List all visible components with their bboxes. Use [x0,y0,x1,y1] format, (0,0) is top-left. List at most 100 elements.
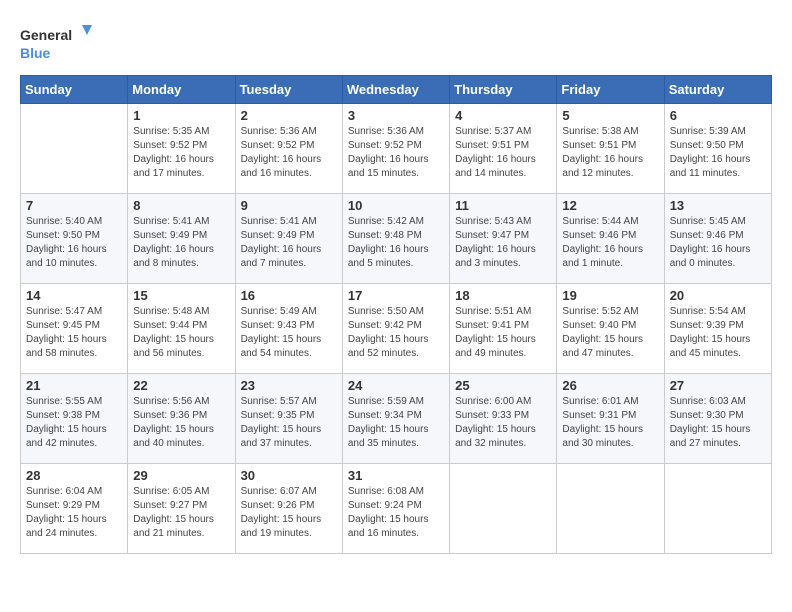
calendar-week-row: 1 Sunrise: 5:35 AM Sunset: 9:52 PM Daylig… [21,104,772,194]
calendar-cell: 30 Sunrise: 6:07 AM Sunset: 9:26 PM Dayli… [235,464,342,554]
logo-icon: GeneralBlue [20,20,100,65]
day-info: Sunrise: 6:05 AM Sunset: 9:27 PM Dayligh… [133,485,229,541]
calendar-cell: 1 Sunrise: 5:35 AM Sunset: 9:52 PM Daylig… [128,104,235,194]
day-info: Sunrise: 5:51 AM Sunset: 9:41 PM Dayligh… [455,305,551,361]
calendar-cell: 26 Sunrise: 6:01 AM Sunset: 9:31 PM Dayli… [557,374,664,464]
calendar-week-row: 28 Sunrise: 6:04 AM Sunset: 9:29 PM Dayli… [21,464,772,554]
day-number: 11 [455,198,551,213]
calendar-cell: 25 Sunrise: 6:00 AM Sunset: 9:33 PM Dayli… [450,374,557,464]
calendar-cell: 14 Sunrise: 5:47 AM Sunset: 9:45 PM Dayli… [21,284,128,374]
day-number: 24 [348,378,444,393]
day-number: 1 [133,108,229,123]
calendar-cell: 22 Sunrise: 5:56 AM Sunset: 9:36 PM Dayli… [128,374,235,464]
day-info: Sunrise: 5:35 AM Sunset: 9:52 PM Dayligh… [133,125,229,181]
svg-text:General: General [20,27,72,43]
calendar-cell: 9Sunrise: 5:41 AM Sunset: 9:49 PM Daylig… [235,194,342,284]
day-number: 13 [670,198,766,213]
day-number: 12 [562,198,658,213]
day-info: Sunrise: 5:36 AM Sunset: 9:52 PM Dayligh… [241,125,337,181]
calendar-cell: 19Sunrise: 5:52 AM Sunset: 9:40 PM Dayli… [557,284,664,374]
calendar-cell: 18Sunrise: 5:51 AM Sunset: 9:41 PM Dayli… [450,284,557,374]
day-info: Sunrise: 5:44 AM Sunset: 9:46 PM Dayligh… [562,215,658,271]
day-number: 26 [562,378,658,393]
calendar-cell [664,464,771,554]
calendar-cell: 28 Sunrise: 6:04 AM Sunset: 9:29 PM Dayli… [21,464,128,554]
day-number: 27 [670,378,766,393]
day-number: 16 [241,288,337,303]
day-info: Sunrise: 5:43 AM Sunset: 9:47 PM Dayligh… [455,215,551,271]
day-number: 8 [133,198,229,213]
weekday-header: Wednesday [342,76,449,104]
day-info: Sunrise: 6:03 AM Sunset: 9:30 PM Dayligh… [670,395,766,451]
calendar-cell: 20 Sunrise: 5:54 AM Sunset: 9:39 PM Dayli… [664,284,771,374]
calendar-cell: 15 Sunrise: 5:48 AM Sunset: 9:44 PM Dayli… [128,284,235,374]
calendar-cell [450,464,557,554]
day-info: Sunrise: 6:01 AM Sunset: 9:31 PM Dayligh… [562,395,658,451]
day-info: Sunrise: 5:59 AM Sunset: 9:34 PM Dayligh… [348,395,444,451]
calendar-cell: 11 Sunrise: 5:43 AM Sunset: 9:47 PM Dayli… [450,194,557,284]
calendar-cell: 4 Sunrise: 5:37 AM Sunset: 9:51 PM Daylig… [450,104,557,194]
day-info: Sunrise: 5:50 AM Sunset: 9:42 PM Dayligh… [348,305,444,361]
day-number: 29 [133,468,229,483]
day-number: 25 [455,378,551,393]
calendar-cell: 24 Sunrise: 5:59 AM Sunset: 9:34 PM Dayli… [342,374,449,464]
day-info: Sunrise: 6:07 AM Sunset: 9:26 PM Dayligh… [241,485,337,541]
calendar-cell: 27 Sunrise: 6:03 AM Sunset: 9:30 PM Dayli… [664,374,771,464]
day-info: Sunrise: 5:56 AM Sunset: 9:36 PM Dayligh… [133,395,229,451]
day-info: Sunrise: 5:36 AM Sunset: 9:52 PM Dayligh… [348,125,444,181]
calendar-cell: 29 Sunrise: 6:05 AM Sunset: 9:27 PM Dayli… [128,464,235,554]
calendar-cell: 31 Sunrise: 6:08 AM Sunset: 9:24 PM Dayli… [342,464,449,554]
day-info: Sunrise: 5:48 AM Sunset: 9:44 PM Dayligh… [133,305,229,361]
day-info: Sunrise: 5:45 AM Sunset: 9:46 PM Dayligh… [670,215,766,271]
page-header: GeneralBlue [20,20,772,65]
weekday-header: Thursday [450,76,557,104]
calendar-cell: 16Sunrise: 5:49 AM Sunset: 9:43 PM Dayli… [235,284,342,374]
header-row: SundayMondayTuesdayWednesdayThursdayFrid… [21,76,772,104]
calendar-week-row: 14 Sunrise: 5:47 AM Sunset: 9:45 PM Dayli… [21,284,772,374]
day-info: Sunrise: 5:54 AM Sunset: 9:39 PM Dayligh… [670,305,766,361]
calendar-cell: 13 Sunrise: 5:45 AM Sunset: 9:46 PM Dayli… [664,194,771,284]
day-info: Sunrise: 5:41 AM Sunset: 9:49 PM Dayligh… [241,215,337,271]
calendar-cell: 5Sunrise: 5:38 AM Sunset: 9:51 PM Daylig… [557,104,664,194]
day-info: Sunrise: 6:00 AM Sunset: 9:33 PM Dayligh… [455,395,551,451]
day-number: 14 [26,288,122,303]
day-number: 31 [348,468,444,483]
calendar-table: SundayMondayTuesdayWednesdayThursdayFrid… [20,75,772,554]
calendar-cell: 2Sunrise: 5:36 AM Sunset: 9:52 PM Daylig… [235,104,342,194]
day-number: 3 [348,108,444,123]
day-info: Sunrise: 5:52 AM Sunset: 9:40 PM Dayligh… [562,305,658,361]
logo: GeneralBlue [20,20,100,65]
calendar-cell: 7Sunrise: 5:40 AM Sunset: 9:50 PM Daylig… [21,194,128,284]
calendar-cell: 6 Sunrise: 5:39 AM Sunset: 9:50 PM Daylig… [664,104,771,194]
day-number: 28 [26,468,122,483]
weekday-header: Friday [557,76,664,104]
calendar-week-row: 21Sunrise: 5:55 AM Sunset: 9:38 PM Dayli… [21,374,772,464]
day-info: Sunrise: 5:39 AM Sunset: 9:50 PM Dayligh… [670,125,766,181]
day-number: 4 [455,108,551,123]
calendar-cell: 23Sunrise: 5:57 AM Sunset: 9:35 PM Dayli… [235,374,342,464]
day-info: Sunrise: 5:47 AM Sunset: 9:45 PM Dayligh… [26,305,122,361]
calendar-cell: 8Sunrise: 5:41 AM Sunset: 9:49 PM Daylig… [128,194,235,284]
calendar-cell: 12 Sunrise: 5:44 AM Sunset: 9:46 PM Dayli… [557,194,664,284]
calendar-cell: 21Sunrise: 5:55 AM Sunset: 9:38 PM Dayli… [21,374,128,464]
day-info: Sunrise: 6:04 AM Sunset: 9:29 PM Dayligh… [26,485,122,541]
calendar-cell [557,464,664,554]
day-number: 15 [133,288,229,303]
day-number: 23 [241,378,337,393]
day-info: Sunrise: 5:42 AM Sunset: 9:48 PM Dayligh… [348,215,444,271]
weekday-header: Tuesday [235,76,342,104]
day-number: 5 [562,108,658,123]
day-number: 30 [241,468,337,483]
day-info: Sunrise: 5:55 AM Sunset: 9:38 PM Dayligh… [26,395,122,451]
calendar-cell: 10Sunrise: 5:42 AM Sunset: 9:48 PM Dayli… [342,194,449,284]
day-number: 6 [670,108,766,123]
calendar-cell [21,104,128,194]
day-info: Sunrise: 5:40 AM Sunset: 9:50 PM Dayligh… [26,215,122,271]
calendar-cell: 3 Sunrise: 5:36 AM Sunset: 9:52 PM Daylig… [342,104,449,194]
day-number: 20 [670,288,766,303]
day-info: Sunrise: 6:08 AM Sunset: 9:24 PM Dayligh… [348,485,444,541]
day-number: 17 [348,288,444,303]
day-info: Sunrise: 5:37 AM Sunset: 9:51 PM Dayligh… [455,125,551,181]
weekday-header: Saturday [664,76,771,104]
day-number: 22 [133,378,229,393]
